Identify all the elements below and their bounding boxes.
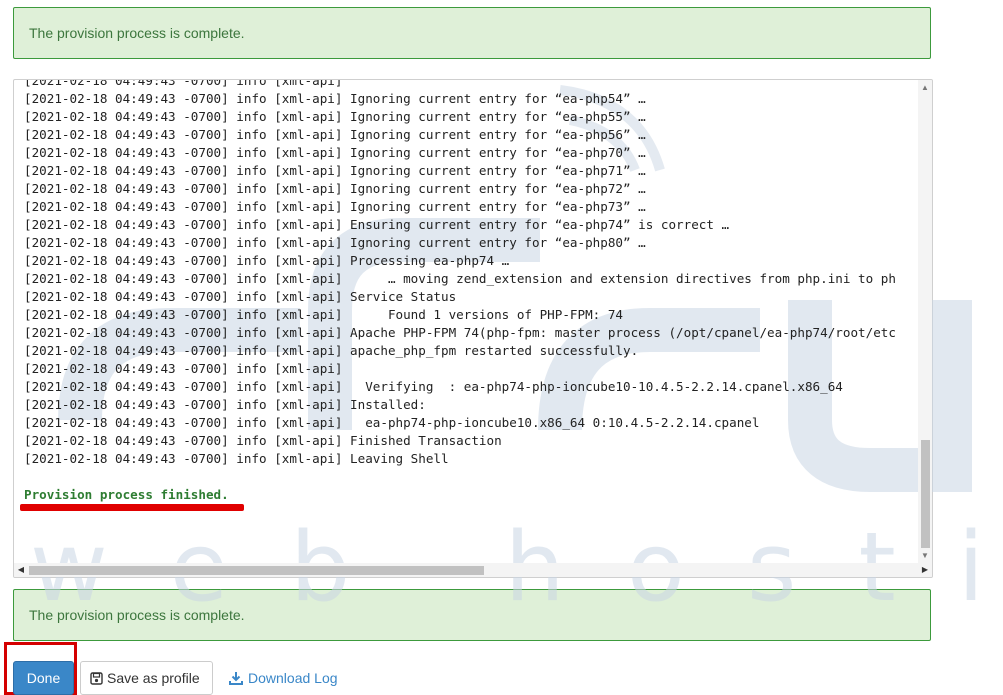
vertical-scroll-thumb[interactable]: [921, 440, 930, 548]
log-content: [2021-02-18 04:49:43 -0700] info [xml-ap…: [24, 79, 919, 552]
log-line: [2021-02-18 04:49:43 -0700] info [xml-ap…: [24, 145, 646, 160]
log-line: [2021-02-18 04:49:43 -0700] info [xml-ap…: [24, 127, 646, 142]
provision-log-panel[interactable]: [2021-02-18 04:49:43 -0700] info [xml-ap…: [13, 79, 933, 578]
log-line: [2021-02-18 04:49:43 -0700] info [xml-ap…: [24, 271, 896, 286]
download-log-link[interactable]: Download Log: [229, 661, 338, 695]
log-line: [2021-02-18 04:49:43 -0700] info [xml-ap…: [24, 235, 646, 250]
log-line: [2021-02-18 04:49:43 -0700] info [xml-ap…: [24, 109, 646, 124]
highlight-underline: [20, 504, 244, 511]
log-line: [2021-02-18 04:49:43 -0700] info [xml-ap…: [24, 451, 449, 466]
log-line: [2021-02-18 04:49:43 -0700] info [xml-ap…: [24, 91, 646, 106]
provision-finished-message: Provision process finished.: [24, 487, 229, 502]
log-line: [2021-02-18 04:49:43 -0700] info [xml-ap…: [24, 289, 457, 304]
scroll-down-arrow-icon[interactable]: ▼: [920, 551, 930, 561]
log-line: [2021-02-18 04:49:43 -0700] info [xml-ap…: [24, 343, 639, 358]
log-line: [2021-02-18 04:49:43 -0700] info [xml-ap…: [24, 325, 896, 340]
scroll-up-arrow-icon[interactable]: ▲: [920, 83, 930, 93]
log-line: [2021-02-18 04:49:43 -0700] info [xml-ap…: [24, 307, 623, 322]
log-line: [2021-02-18 04:49:43 -0700] info [xml-ap…: [24, 361, 351, 376]
done-button[interactable]: Done: [13, 661, 74, 695]
log-line: [2021-02-18 04:49:43 -0700] info [xml-ap…: [24, 253, 510, 268]
download-log-label: Download Log: [248, 670, 338, 686]
log-line: [2021-02-18 04:49:43 -0700] info [xml-ap…: [24, 217, 730, 232]
success-alert-top: The provision process is complete.: [13, 7, 931, 59]
horizontal-scrollbar[interactable]: ◀ ▶: [14, 563, 932, 577]
vertical-scrollbar[interactable]: ▲ ▼: [918, 80, 932, 564]
scroll-right-arrow-icon[interactable]: ▶: [920, 565, 930, 575]
save-as-profile-button[interactable]: Save as profile: [80, 661, 213, 695]
log-line: [2021-02-18 04:49:43 -0700] info [xml-ap…: [24, 181, 646, 196]
log-line: [2021-02-18 04:49:43 -0700] info [xml-ap…: [24, 433, 502, 448]
floppy-disk-icon: [90, 664, 103, 695]
success-alert-bottom: The provision process is complete.: [13, 589, 931, 641]
log-line: [2021-02-18 04:49:43 -0700] info [xml-ap…: [24, 379, 843, 394]
provision-page: web hosting The provision process is com…: [0, 0, 1003, 695]
scroll-left-arrow-icon[interactable]: ◀: [16, 565, 26, 575]
download-icon: [229, 663, 243, 695]
action-bar: Done Save as profile Download Log: [0, 641, 1003, 695]
save-as-profile-label: Save as profile: [107, 670, 200, 686]
log-line: [2021-02-18 04:49:43 -0700] info [xml-ap…: [24, 415, 760, 430]
log-line: [2021-02-18 04:49:43 -0700] info [xml-ap…: [24, 397, 426, 412]
horizontal-scroll-thumb[interactable]: [29, 566, 484, 575]
log-line: [2021-02-18 04:49:43 -0700] info [xml-ap…: [24, 163, 646, 178]
log-line: [2021-02-18 04:49:43 -0700] info [xml-ap…: [24, 79, 351, 88]
log-line: [2021-02-18 04:49:43 -0700] info [xml-ap…: [24, 199, 646, 214]
